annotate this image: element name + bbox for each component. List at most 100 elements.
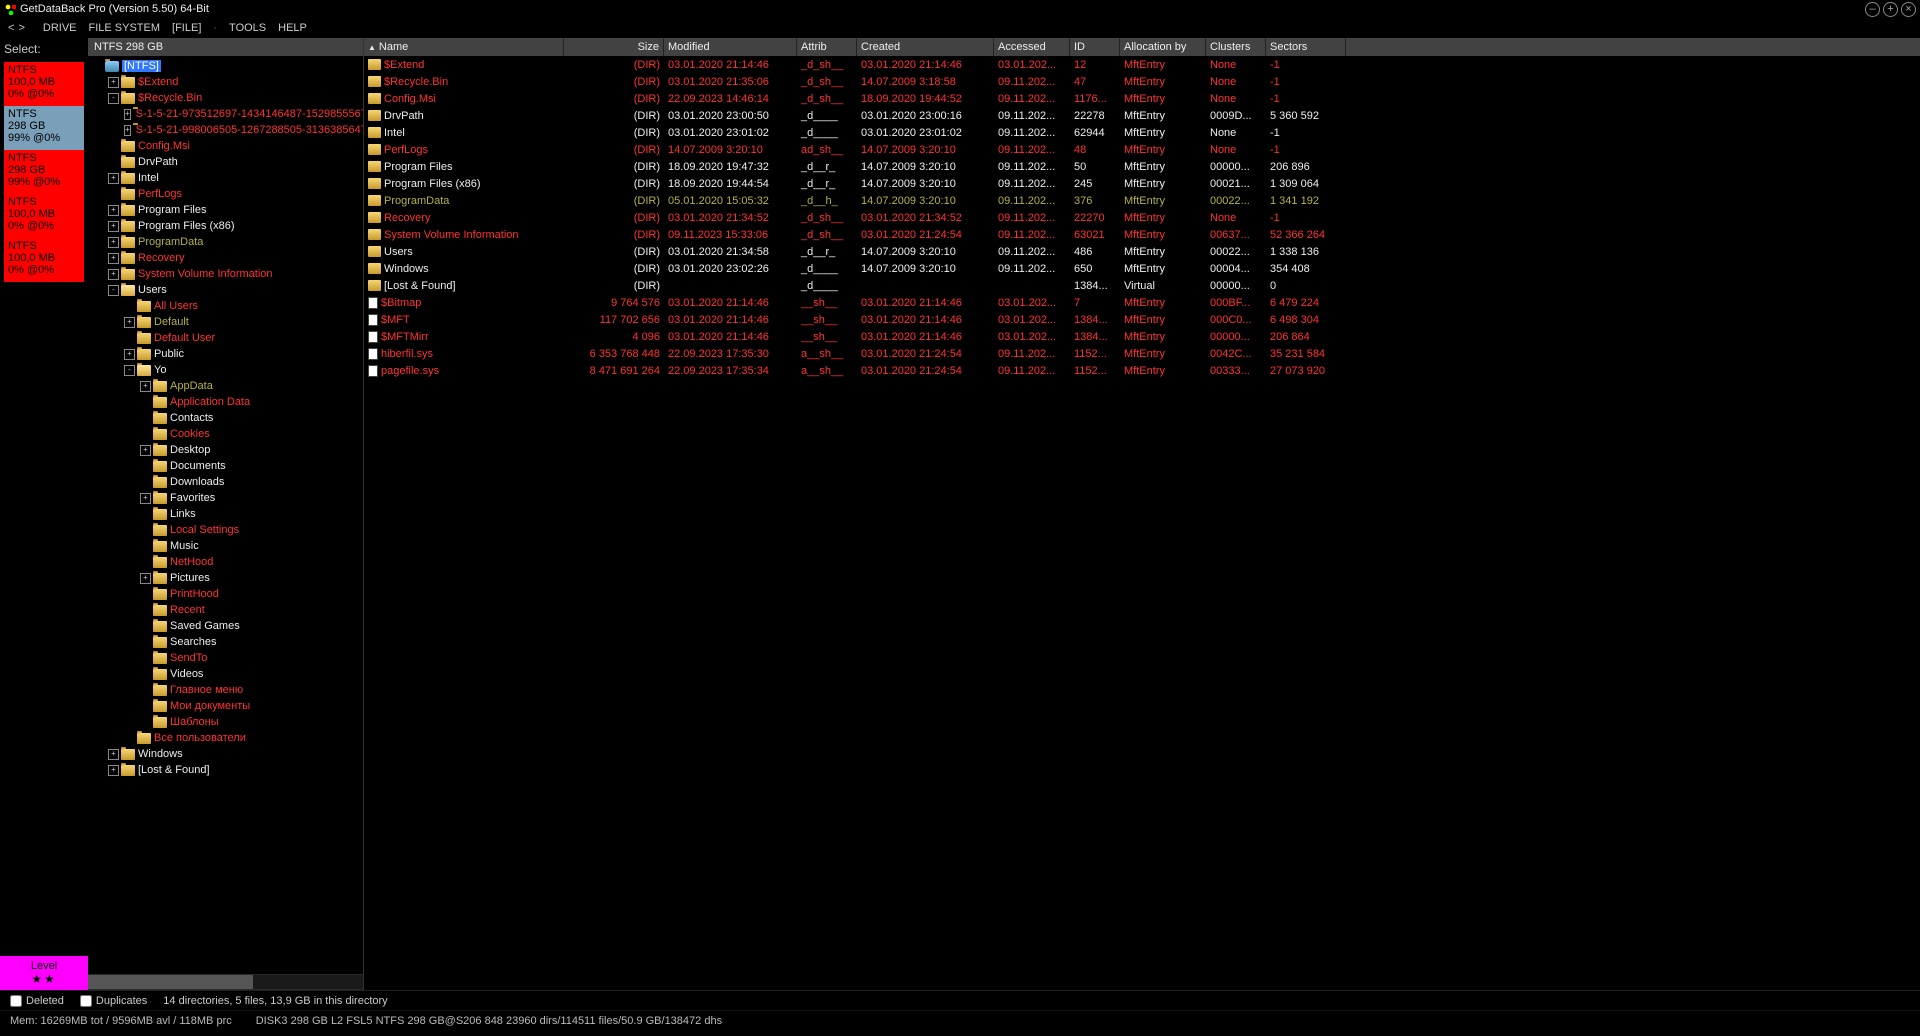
tree-node[interactable]: Мои документы: [88, 698, 363, 714]
file-row[interactable]: Users(DIR)03.01.2020 21:34:58_d__r_14.07…: [364, 243, 1920, 260]
expand-toggle-icon[interactable]: +: [108, 253, 119, 264]
menu-help[interactable]: HELP: [278, 22, 307, 34]
nav-back-button[interactable]: <: [8, 22, 14, 34]
tree-node[interactable]: +Pictures: [88, 570, 363, 586]
tree-node[interactable]: +Recovery: [88, 250, 363, 266]
tree-node[interactable]: Главное меню: [88, 682, 363, 698]
expand-toggle-icon[interactable]: +: [140, 381, 151, 392]
col-modified[interactable]: Modified: [664, 38, 797, 56]
tree-node[interactable]: Cookies: [88, 426, 363, 442]
tree-node[interactable]: Local Settings: [88, 522, 363, 538]
volume-item[interactable]: NTFS298 GB99% @0%: [4, 106, 84, 150]
menu-file[interactable]: [FILE]: [172, 22, 201, 34]
tree-node[interactable]: Links: [88, 506, 363, 522]
tree-node[interactable]: Contacts: [88, 410, 363, 426]
expand-toggle-icon[interactable]: -: [108, 93, 119, 104]
file-row[interactable]: $MFTMirr4 09603.01.2020 21:14:46__sh__03…: [364, 328, 1920, 345]
volume-item[interactable]: NTFS100,0 MB0% @0%: [4, 194, 84, 238]
tree-node[interactable]: +Program Files: [88, 202, 363, 218]
expand-toggle-icon[interactable]: +: [108, 173, 119, 184]
menu-filesystem[interactable]: FILE SYSTEM: [89, 22, 161, 34]
col-size[interactable]: Size: [564, 38, 664, 56]
file-row[interactable]: $MFT117 702 65603.01.2020 21:14:46__sh__…: [364, 311, 1920, 328]
tree-node[interactable]: Все пользователи: [88, 730, 363, 746]
file-row[interactable]: Config.Msi(DIR)22.09.2023 14:46:14_d_sh_…: [364, 90, 1920, 107]
tree-node[interactable]: SendTo: [88, 650, 363, 666]
file-row[interactable]: pagefile.sys8 471 691 26422.09.2023 17:3…: [364, 362, 1920, 379]
nav-forward-button[interactable]: >: [18, 22, 24, 34]
tree-node[interactable]: Videos: [88, 666, 363, 682]
tree-node[interactable]: +$Extend: [88, 74, 363, 90]
expand-toggle-icon[interactable]: +: [124, 317, 135, 328]
close-button[interactable]: ×: [1901, 2, 1916, 17]
tree-node[interactable]: Config.Msi: [88, 138, 363, 154]
directory-tree[interactable]: [NTFS]+$Extend-$Recycle.Bin+S-1-5-21-973…: [88, 56, 363, 974]
col-accessed[interactable]: Accessed: [994, 38, 1070, 56]
tree-node[interactable]: +S-1-5-21-998006505-1267288505-313638564…: [88, 122, 363, 138]
expand-toggle-icon[interactable]: +: [108, 269, 119, 280]
maximize-button[interactable]: +: [1883, 2, 1898, 17]
expand-toggle-icon[interactable]: +: [108, 237, 119, 248]
deleted-checkbox[interactable]: Deleted: [10, 995, 64, 1007]
volume-item[interactable]: NTFS100,0 MB0% @0%: [4, 238, 84, 282]
tree-node[interactable]: +Intel: [88, 170, 363, 186]
tree-node[interactable]: +Favorites: [88, 490, 363, 506]
tree-node[interactable]: Downloads: [88, 474, 363, 490]
col-attrib[interactable]: Attrib: [797, 38, 857, 56]
col-created[interactable]: Created: [857, 38, 994, 56]
tree-node[interactable]: Searches: [88, 634, 363, 650]
col-sectors[interactable]: Sectors: [1266, 38, 1346, 56]
file-row[interactable]: DrvPath(DIR)03.01.2020 23:00:50_d____03.…: [364, 107, 1920, 124]
file-row[interactable]: Program Files(DIR)18.09.2020 19:47:32_d_…: [364, 158, 1920, 175]
duplicates-checkbox[interactable]: Duplicates: [80, 995, 147, 1007]
expand-toggle-icon[interactable]: -: [108, 285, 119, 296]
tree-node[interactable]: +Windows: [88, 746, 363, 762]
volume-item[interactable]: NTFS100,0 MB0% @0%: [4, 62, 84, 106]
tree-node[interactable]: +Desktop: [88, 442, 363, 458]
tree-node[interactable]: Шаблоны: [88, 714, 363, 730]
file-row[interactable]: Recovery(DIR)03.01.2020 21:34:52_d_sh__0…: [364, 209, 1920, 226]
file-row[interactable]: Intel(DIR)03.01.2020 23:01:02_d____03.01…: [364, 124, 1920, 141]
tree-node[interactable]: Recent: [88, 602, 363, 618]
tree-node[interactable]: Documents: [88, 458, 363, 474]
tree-node[interactable]: PrintHood: [88, 586, 363, 602]
tree-node[interactable]: PerfLogs: [88, 186, 363, 202]
expand-toggle-icon[interactable]: +: [124, 109, 131, 120]
tree-hscrollbar[interactable]: [88, 974, 363, 990]
menu-tools[interactable]: TOOLS: [229, 22, 266, 34]
tree-node[interactable]: +ProgramData: [88, 234, 363, 250]
file-row[interactable]: PerfLogs(DIR)14.07.2009 3:20:10ad_sh__14…: [364, 141, 1920, 158]
level-indicator[interactable]: Level ★★: [0, 956, 88, 990]
minimize-button[interactable]: –: [1865, 2, 1880, 17]
file-row[interactable]: System Volume Information(DIR)09.11.2023…: [364, 226, 1920, 243]
tree-node[interactable]: +S-1-5-21-973512697-1434146487-152985556…: [88, 106, 363, 122]
file-row[interactable]: Windows(DIR)03.01.2020 23:02:26_d____14.…: [364, 260, 1920, 277]
file-row[interactable]: Program Files (x86)(DIR)18.09.2020 19:44…: [364, 175, 1920, 192]
tree-node[interactable]: -Yo: [88, 362, 363, 378]
duplicates-check-input[interactable]: [80, 995, 92, 1007]
tree-node[interactable]: +Default: [88, 314, 363, 330]
file-row[interactable]: $Extend(DIR)03.01.2020 21:14:46_d_sh__03…: [364, 56, 1920, 73]
tree-node[interactable]: +System Volume Information: [88, 266, 363, 282]
tree-node[interactable]: All Users: [88, 298, 363, 314]
expand-toggle-icon[interactable]: +: [140, 493, 151, 504]
column-headers[interactable]: Name Size Modified Attrib Created Access…: [364, 38, 1920, 56]
tree-node[interactable]: Music: [88, 538, 363, 554]
expand-toggle-icon[interactable]: +: [108, 205, 119, 216]
volume-item[interactable]: NTFS298 GB99% @0%: [4, 150, 84, 194]
expand-toggle-icon[interactable]: +: [140, 445, 151, 456]
tree-node[interactable]: +Public: [88, 346, 363, 362]
file-list[interactable]: $Extend(DIR)03.01.2020 21:14:46_d_sh__03…: [364, 56, 1920, 990]
expand-toggle-icon[interactable]: +: [124, 349, 135, 360]
deleted-check-input[interactable]: [10, 995, 22, 1007]
expand-toggle-icon[interactable]: +: [108, 221, 119, 232]
expand-toggle-icon[interactable]: +: [124, 125, 131, 136]
tree-node[interactable]: +AppData: [88, 378, 363, 394]
tree-node[interactable]: DrvPath: [88, 154, 363, 170]
tree-node[interactable]: -Users: [88, 282, 363, 298]
file-row[interactable]: hiberfil.sys6 353 768 44822.09.2023 17:3…: [364, 345, 1920, 362]
file-row[interactable]: [Lost & Found](DIR)_d____1384...Virtual0…: [364, 277, 1920, 294]
file-row[interactable]: $Recycle.Bin(DIR)03.01.2020 21:35:06_d_s…: [364, 73, 1920, 90]
tree-node[interactable]: Default User: [88, 330, 363, 346]
tree-node[interactable]: +[Lost & Found]: [88, 762, 363, 778]
